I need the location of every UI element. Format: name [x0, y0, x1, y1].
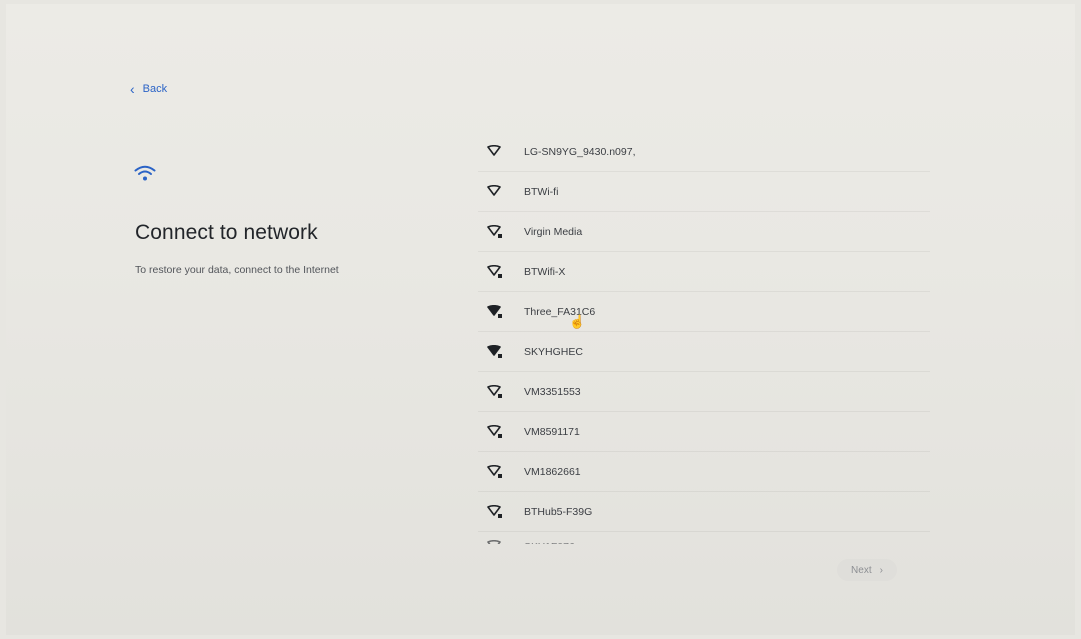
network-name: BTHub5-F39G — [524, 505, 593, 518]
network-item[interactable]: Virgin Media — [478, 212, 930, 252]
wifi-lock-icon — [487, 384, 502, 398]
network-name: Virgin Media — [524, 225, 583, 238]
network-name: LG-SN9YG_9430.n097, — [524, 145, 636, 158]
back-button[interactable]: ‹ Back — [130, 82, 167, 96]
network-item[interactable]: SKYHGHEC — [478, 332, 930, 372]
network-item[interactable]: BTWi-fi — [478, 172, 930, 212]
wifi-signal-icon — [487, 540, 501, 544]
network-item[interactable]: VM3351553 — [478, 372, 930, 412]
hand-cursor-icon: ☝ — [569, 314, 586, 329]
network-item[interactable]: Three_FA31C6 — [478, 292, 930, 332]
wifi-lock-icon — [487, 344, 502, 358]
network-item[interactable]: LG-SN9YG_9430.n097, — [478, 132, 930, 172]
network-name: SKYHGHEC — [524, 345, 583, 358]
chevron-left-icon: ‹ — [130, 81, 135, 97]
wifi-signal-icon — [487, 184, 501, 196]
network-name: BTWifi-X — [524, 265, 566, 278]
wifi-signal-icon — [487, 144, 501, 156]
wifi-lock-icon — [487, 464, 502, 478]
network-item[interactable]: SKY1F076 — [478, 532, 930, 544]
network-name: VM3351553 — [524, 385, 581, 398]
network-name: SKY1F076 — [524, 541, 575, 544]
wifi-lock-icon — [487, 264, 502, 278]
network-item[interactable]: VM1862661 — [478, 452, 930, 492]
next-label: Next — [851, 564, 872, 576]
next-button[interactable]: Next › — [837, 559, 897, 581]
network-item[interactable]: BTWifi-X — [478, 252, 930, 292]
network-name: VM8591171 — [524, 425, 580, 438]
network-name: BTWi-fi — [524, 185, 559, 198]
wifi-icon — [134, 165, 156, 181]
network-item[interactable]: BTHub5-F39G — [478, 492, 930, 532]
network-name: VM1862661 — [524, 465, 581, 478]
wifi-lock-icon — [487, 424, 502, 438]
wifi-lock-icon — [487, 224, 502, 238]
page-title: Connect to network — [135, 221, 318, 244]
back-label: Back — [142, 83, 168, 95]
wifi-lock-icon — [487, 304, 502, 318]
network-item[interactable]: VM8591171 — [478, 412, 930, 452]
page-subtitle: To restore your data, connect to the Int… — [135, 264, 339, 276]
network-list[interactable]: LG-SN9YG_9430.n097, BTWi-fi Virgin Media BT… — [478, 132, 930, 544]
wifi-lock-icon — [487, 504, 502, 518]
setup-screen: ‹ Back Connect to network To restore you… — [6, 4, 1075, 635]
chevron-right-icon: › — [879, 564, 883, 576]
